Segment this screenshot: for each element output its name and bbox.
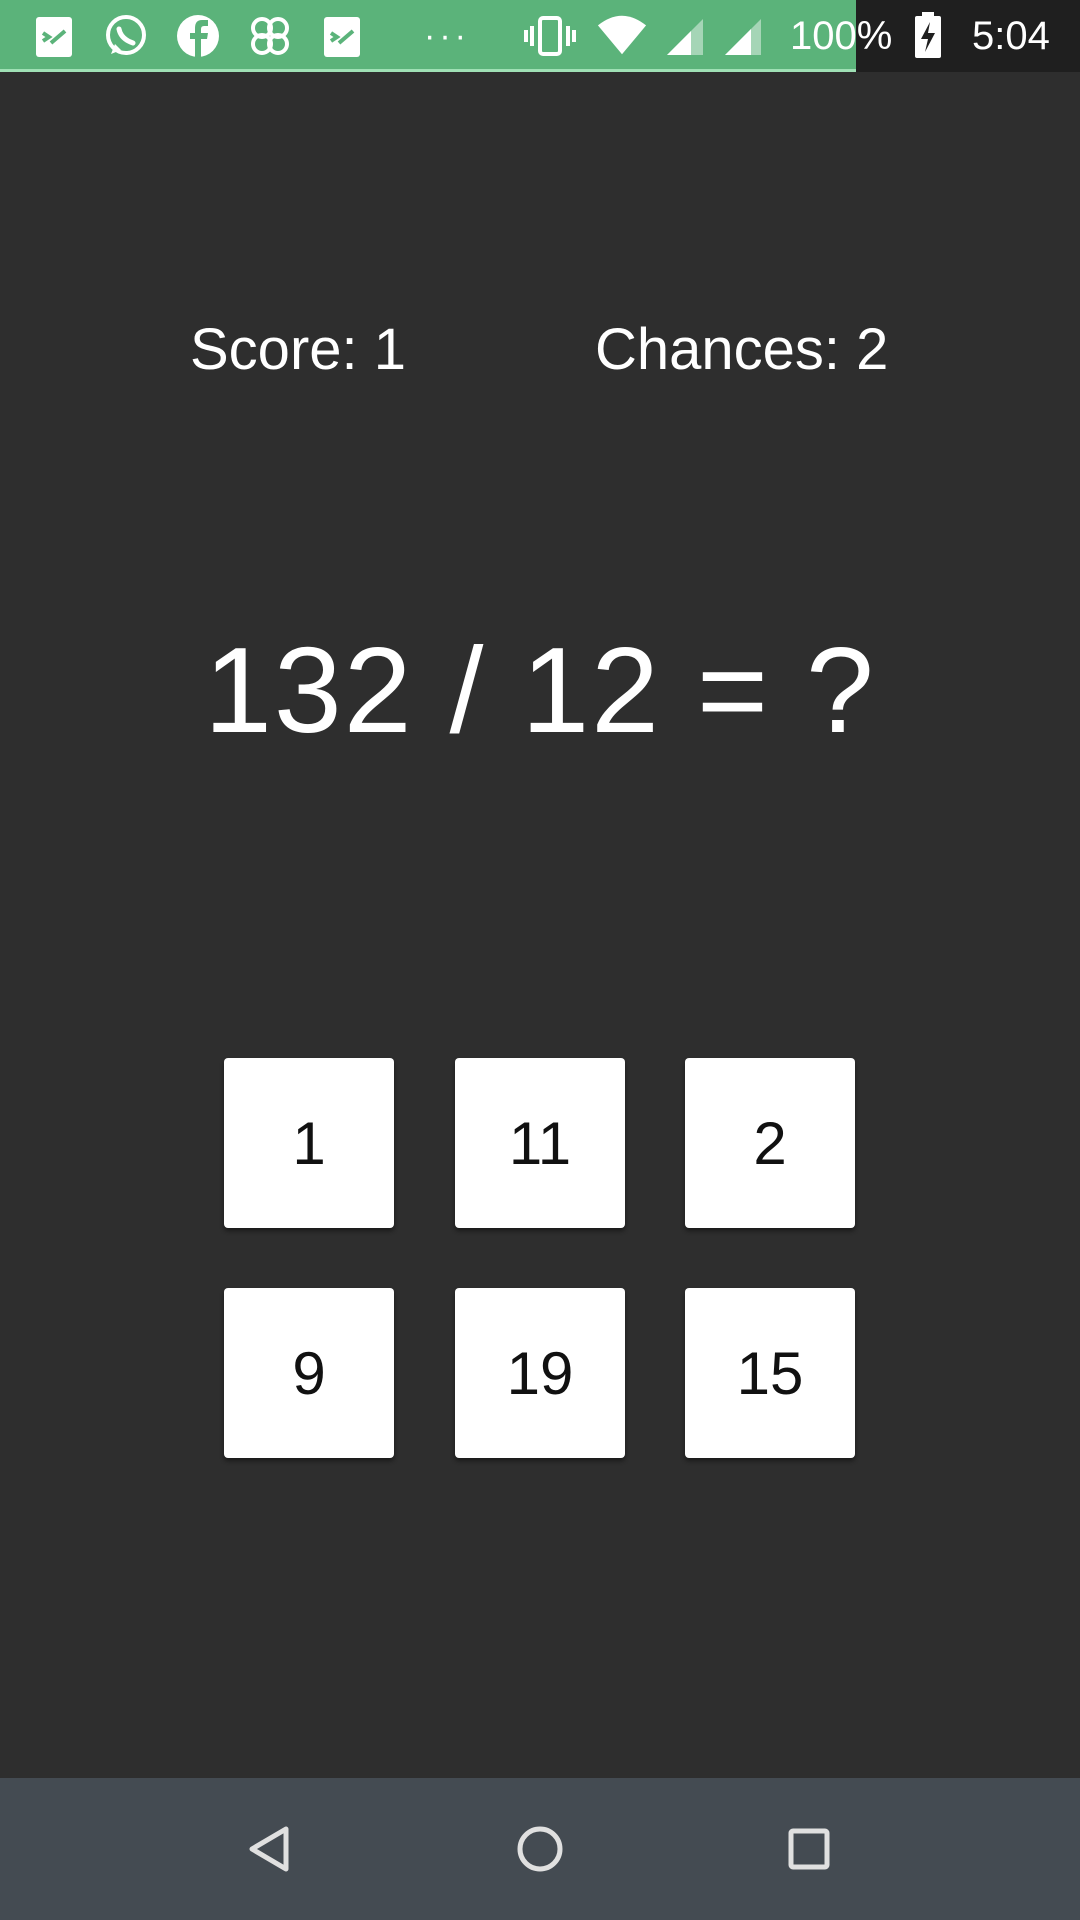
- whatsapp-icon: [100, 10, 152, 62]
- answer-grid: 1 11 2 9 19 15: [224, 1058, 856, 1458]
- answer-button[interactable]: 9: [224, 1288, 394, 1458]
- answer-button[interactable]: 2: [685, 1058, 855, 1228]
- recents-button[interactable]: [769, 1809, 849, 1889]
- question-text: 132 / 12 = ?: [204, 622, 876, 758]
- vibrate-icon: [524, 10, 576, 62]
- answer-button[interactable]: 11: [455, 1058, 625, 1228]
- notes-app-icon: [316, 10, 368, 62]
- facebook-icon: [172, 10, 224, 62]
- recents-icon: [788, 1828, 830, 1870]
- back-button[interactable]: [230, 1809, 310, 1889]
- home-icon: [517, 1826, 563, 1872]
- clover-app-icon: [244, 10, 296, 62]
- back-icon: [249, 1826, 289, 1872]
- chances-label: Chances: 2: [595, 317, 889, 382]
- answer-button[interactable]: 15: [685, 1288, 855, 1458]
- answer-button[interactable]: 19: [455, 1288, 625, 1458]
- notes-app-icon: [28, 10, 80, 62]
- status-bar: ··· 100% 5:04: [0, 0, 1080, 72]
- answer-button[interactable]: 1: [224, 1058, 394, 1228]
- clock: 5:04: [972, 14, 1050, 58]
- wifi-icon: [596, 10, 648, 62]
- battery-percentage: 100%: [790, 14, 893, 58]
- navigation-bar: [0, 1778, 1080, 1920]
- battery-charging-icon: [904, 10, 952, 62]
- score-label: Score: 1: [190, 317, 406, 382]
- home-button[interactable]: [500, 1809, 580, 1889]
- signal-icon: [718, 10, 770, 62]
- more-notifications-indicator: ···: [424, 17, 470, 55]
- signal-icon: [660, 10, 712, 62]
